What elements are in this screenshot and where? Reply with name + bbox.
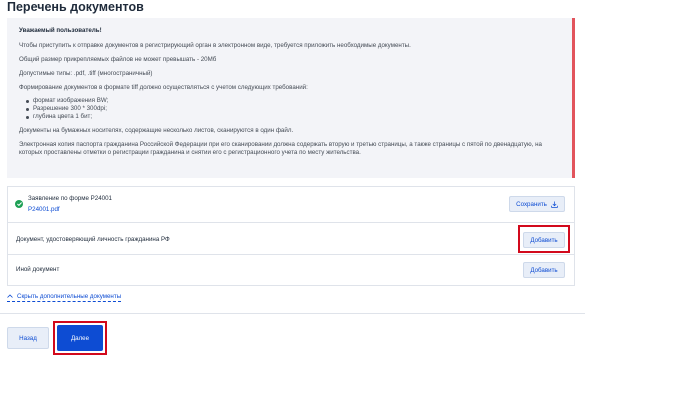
page-title: Перечень документов <box>7 0 144 14</box>
document-row: Иной документ Добавить <box>8 255 574 286</box>
notice-paragraph: Допустимые типы: .pdf, .tiff (многостран… <box>19 70 153 77</box>
requirement-item: глубина цвета 1 бит; <box>25 113 562 121</box>
save-button[interactable]: Сохранить <box>509 196 565 212</box>
document-title: Заявление по форме Р24001 <box>28 195 112 202</box>
save-button-label: Сохранить <box>516 200 547 208</box>
requirement-item: Разрешение 300 * 300dpi; <box>25 105 562 113</box>
document-title: Иной документ <box>16 266 60 273</box>
divider <box>0 313 585 314</box>
documents-list: Заявление по форме Р24001 Р24001.pdf Сох… <box>7 186 575 286</box>
file-link[interactable]: Р24001.pdf <box>28 206 60 214</box>
document-row: Заявление по форме Р24001 Р24001.pdf Сох… <box>8 187 574 223</box>
back-button[interactable]: Назад <box>7 327 49 349</box>
notice-paragraph: Чтобы приступить к отправке документов в… <box>19 42 411 49</box>
add-other-document-button[interactable]: Добавить <box>523 262 565 278</box>
notice-paragraph: Электронная копия паспорта гражданина Ро… <box>19 141 542 156</box>
requirements-list: формат изображения BW; Разрешение 300 * … <box>25 97 562 121</box>
chevron-up-icon <box>7 294 13 298</box>
document-title: Документ, удостоверяющий личность гражда… <box>16 236 170 243</box>
add-identity-document-button[interactable]: Добавить <box>523 232 565 248</box>
check-circle-icon <box>15 200 23 208</box>
toggle-label: Скрыть дополнительные документы <box>17 292 122 300</box>
hide-additional-documents-toggle[interactable]: Скрыть дополнительные документы <box>7 292 122 302</box>
notice-paragraph: Формирование документов в формате tiff д… <box>19 84 308 91</box>
download-icon <box>551 201 558 208</box>
notice-paragraph: Документы на бумажных носителях, содержа… <box>19 127 294 134</box>
info-notice: Уважаемый пользователь! Чтобы приступить… <box>7 18 575 178</box>
notice-title: Уважаемый пользователь! <box>19 27 102 34</box>
notice-paragraph: Общий размер прикрепляемых файлов не мож… <box>19 56 217 63</box>
document-row: Документ, удостоверяющий личность гражда… <box>8 223 574 255</box>
next-button[interactable]: Далее <box>57 325 103 351</box>
requirement-item: формат изображения BW; <box>25 97 562 105</box>
